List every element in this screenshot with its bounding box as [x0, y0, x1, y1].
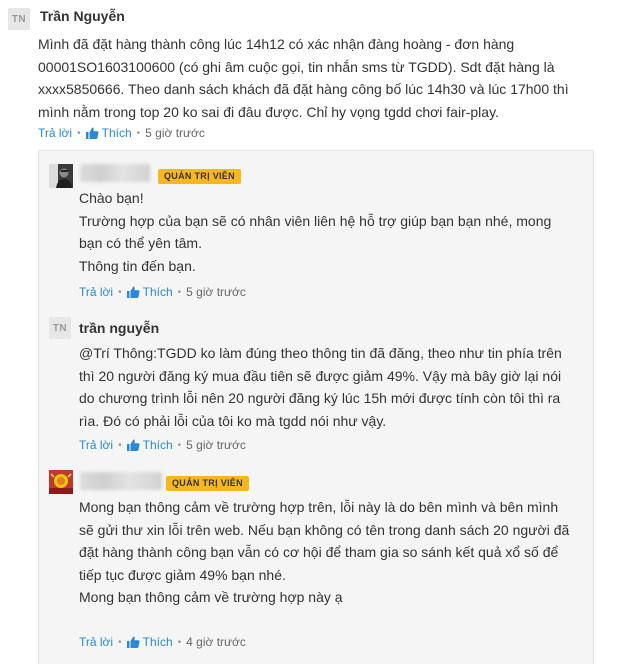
like-button[interactable]: Thích: [85, 126, 132, 140]
separator: •: [177, 439, 182, 451]
thumbs-up-icon: [126, 636, 140, 648]
thumbs-up-icon: [126, 439, 140, 451]
reply-line: rìa. Đó có phải lỗi của tôi ko mà tgdd n…: [79, 412, 387, 429]
blurred-username: [80, 164, 150, 182]
reply-line: Thông tin đến bạn.: [79, 257, 196, 274]
timestamp: 5 giờ trước: [145, 126, 205, 140]
thumbs-up-icon: [85, 127, 99, 139]
reply-body: @Trí Thông:TGDD ko làm đúng theo thông t…: [79, 342, 562, 432]
like-button[interactable]: Thích: [126, 635, 173, 649]
separator: •: [118, 439, 122, 451]
reply-line: đặt hàng thành công bạn vẫn có cơ hội để…: [79, 544, 559, 560]
reply-link[interactable]: Trả lời: [38, 126, 72, 140]
reply-actions: Trả lời • Thích • 5 giờ trước: [79, 438, 246, 452]
like-button[interactable]: Thích: [126, 438, 173, 452]
reply-actions: Trả lời • Thích • 4 giờ trước: [79, 635, 246, 649]
timestamp: 5 giờ trước: [186, 438, 246, 452]
like-label: Thích: [101, 126, 132, 140]
admin-avatar: [49, 164, 73, 188]
reply-link[interactable]: Trả lời: [79, 635, 113, 649]
separator: •: [118, 636, 122, 648]
like-button[interactable]: Thích: [126, 285, 173, 299]
comment-line: xxxx5850666. Theo danh sách khách đã đặt…: [38, 81, 569, 97]
comment-author[interactable]: Trần Nguyễn: [40, 8, 125, 24]
like-label: Thích: [142, 285, 173, 299]
reply-body: Mong bạn thông cảm về trường hợp trên, l…: [79, 496, 569, 609]
avatar: TN: [8, 8, 30, 30]
blurred-username: [80, 472, 162, 490]
comment-body: Mình đã đặt hàng thành công lúc 14h12 có…: [38, 33, 569, 123]
reply-line: Mong bạn thông cảm về trường hợp trên, l…: [79, 499, 559, 515]
reply-line: Chào bạn!: [79, 190, 144, 206]
admin-avatar: [49, 470, 73, 494]
comment-line: mình nằm trong top 20 ko sai đi đâu được…: [38, 103, 499, 120]
reply-link[interactable]: Trả lời: [79, 285, 113, 299]
admin-badge: QUẢN TRỊ VIÊN: [158, 169, 241, 184]
reply-line: tiếp tục được giảm 49% bạn nhé.: [79, 566, 286, 583]
comment-line: 00001SO1603100600 (có ghi âm cuộc gọi, t…: [38, 58, 555, 75]
timestamp: 4 giờ trước: [186, 635, 246, 649]
comment-line: Mình đã đặt hàng thành công lúc 14h12 có…: [38, 36, 515, 52]
separator: •: [77, 127, 81, 139]
avatar: TN: [49, 317, 71, 339]
reply-line: Mong bạn thông cảm về trường hợp này ạ: [79, 589, 343, 605]
timestamp: 5 giờ trước: [186, 285, 246, 299]
reply-link[interactable]: Trả lời: [79, 438, 113, 452]
separator: •: [177, 636, 182, 648]
separator: •: [118, 286, 122, 298]
reply-line: sẽ gửi thư xin lỗi trên web. Nếu bạn khô…: [79, 521, 570, 538]
reply-line: @Trí Thông:TGDD ko làm đúng theo thông t…: [79, 345, 562, 361]
reply-line: bạn có thể yên tâm.: [79, 235, 202, 251]
comment-actions: Trả lời • Thích • 5 giờ trước: [38, 126, 205, 140]
like-label: Thích: [142, 635, 173, 649]
reply-line: do chương trình lỗi nên 20 người đăng ký…: [79, 390, 561, 406]
reply-body: Chào bạn! Trường hợp của bạn sẽ có nhân …: [79, 187, 551, 277]
reply-author[interactable]: trần nguyễn: [79, 320, 159, 336]
reply-line: Trường hợp của bạn sẽ có nhân viên liên …: [79, 212, 552, 229]
reply-actions: Trả lời • Thích • 5 giờ trước: [79, 285, 246, 299]
separator: •: [136, 127, 141, 139]
reply-line: thì 20 người đăng ký mua đầu tiên sẽ đượ…: [79, 367, 562, 384]
thumbs-up-icon: [126, 286, 140, 298]
separator: •: [177, 286, 182, 298]
like-label: Thích: [142, 438, 173, 452]
admin-badge: QUẢN TRỊ VIÊN: [166, 476, 249, 491]
